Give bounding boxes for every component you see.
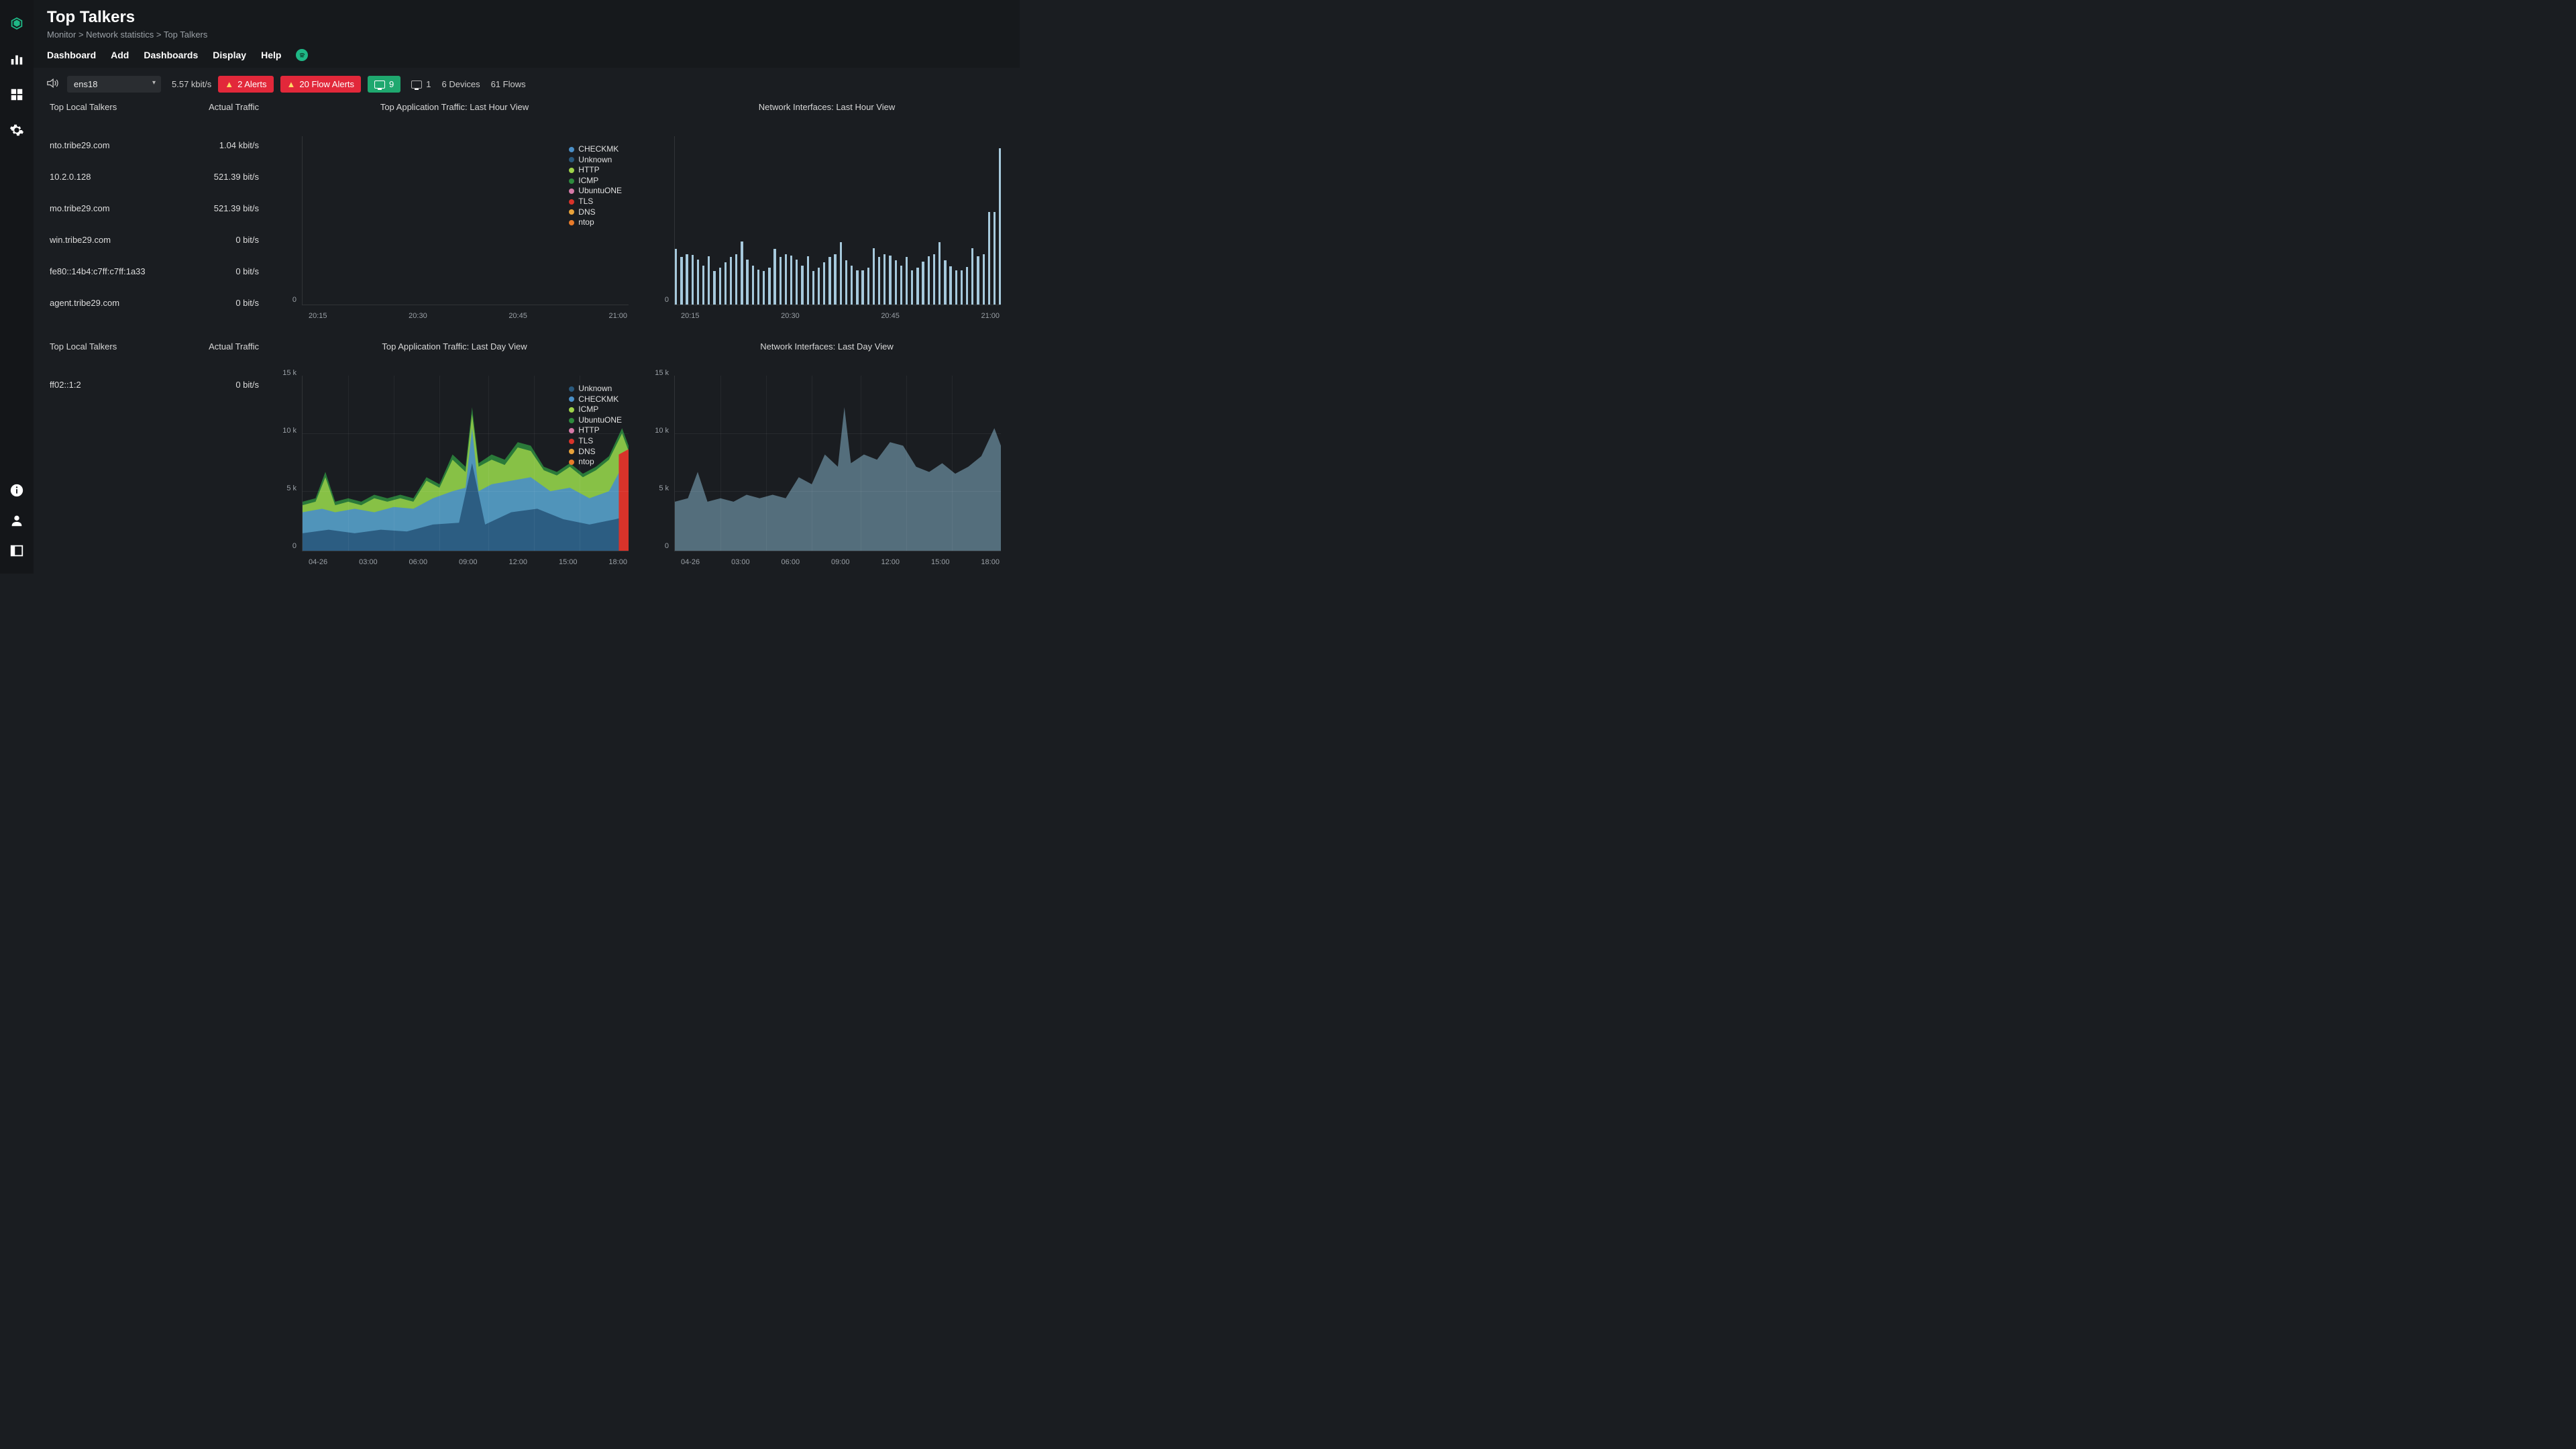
- ifaces-hour-chart[interactable]: 0 20:1520:3020:4521:00: [647, 129, 1006, 324]
- warning-icon: ▲: [287, 79, 296, 89]
- ifaces-day-title: Network Interfaces: Last Day View: [647, 337, 1006, 356]
- bar-chart-icon[interactable]: [9, 52, 24, 68]
- talker-row[interactable]: agent.tribe29.com0 bit/s: [47, 287, 262, 319]
- content: ens18 5.57 kbit/s ▲2 Alerts ▲20 Flow Ale…: [34, 68, 1020, 574]
- devices-count[interactable]: 6 Devices: [442, 79, 480, 89]
- ifaces-day-chart[interactable]: 15 k10 k5 k0 04-2603:0006:0009:0012:0015…: [647, 369, 1006, 570]
- rate-value: 5.57 kbit/s: [172, 79, 211, 89]
- talker-row[interactable]: mo.tribe29.com521.39 bit/s: [47, 193, 262, 224]
- menu-help[interactable]: Help: [261, 50, 281, 60]
- interface-icon: [47, 78, 60, 90]
- header: Top Talkers Monitor > Network statistics…: [34, 0, 1020, 68]
- app-hour-chart[interactable]: 0 CHECKMKUnknownHTTPICMPUbuntuONETLSDNSn…: [275, 129, 634, 324]
- interface-select[interactable]: ens18: [67, 76, 161, 93]
- ifaces-hour-title: Network Interfaces: Last Hour View: [647, 98, 1006, 116]
- alerts-badge[interactable]: ▲2 Alerts: [218, 76, 273, 93]
- menu-add[interactable]: Add: [111, 50, 129, 60]
- flow-alerts-badge[interactable]: ▲20 Flow Alerts: [280, 76, 362, 93]
- talker-row[interactable]: ff02::1:2 0 bit/s: [47, 369, 262, 400]
- talkers-header: Top Local Talkers Actual Traffic: [47, 98, 262, 116]
- legend-app-hour: CHECKMKUnknownHTTPICMPUbuntuONETLSDNSnto…: [566, 142, 625, 231]
- main: Top Talkers Monitor > Network statistics…: [34, 0, 1020, 574]
- app-day-chart[interactable]: 15 k10 k5 k0 UnknownCHECKMKICMPUbuntuONE…: [275, 369, 634, 570]
- info-icon[interactable]: [9, 483, 24, 500]
- legend-app-day: UnknownCHECKMKICMPUbuntuONEHTTPTLSDNSnto…: [566, 381, 625, 470]
- breadcrumb[interactable]: Monitor > Network statistics > Top Talke…: [47, 30, 1006, 40]
- menu-dashboards[interactable]: Dashboards: [144, 50, 198, 60]
- sidebar-toggle-icon[interactable]: [9, 543, 24, 560]
- menu-display[interactable]: Display: [213, 50, 246, 60]
- active-hosts-badge[interactable]: 9: [368, 76, 400, 93]
- talker-row[interactable]: nto.tribe29.com1.04 kbit/s: [47, 129, 262, 161]
- app-day-title: Top Application Traffic: Last Day View: [275, 337, 634, 356]
- talkers-header-2: Top Local Talkers Actual Traffic: [47, 337, 262, 356]
- talker-row[interactable]: 10.2.0.128521.39 bit/s: [47, 161, 262, 193]
- monitor-icon: [411, 80, 422, 89]
- app-hour-title: Top Application Traffic: Last Hour View: [275, 98, 634, 116]
- warning-icon: ▲: [225, 79, 233, 89]
- topbar: ens18 5.57 kbit/s ▲2 Alerts ▲20 Flow Ale…: [47, 76, 1006, 93]
- hosts-count[interactable]: 1: [411, 79, 431, 89]
- sidebar: [0, 0, 34, 574]
- logo-icon[interactable]: [9, 16, 24, 33]
- flows-count[interactable]: 61 Flows: [491, 79, 526, 89]
- talkers-hour-list: nto.tribe29.com1.04 kbit/s10.2.0.128521.…: [47, 129, 262, 324]
- menubar: Dashboard Add Dashboards Display Help: [47, 40, 1006, 68]
- grid-icon[interactable]: [9, 87, 24, 104]
- user-icon[interactable]: [9, 513, 24, 530]
- gear-icon[interactable]: [9, 123, 24, 140]
- status-icon[interactable]: [296, 49, 308, 61]
- menu-dashboard[interactable]: Dashboard: [47, 50, 96, 60]
- talkers-day-list: ff02::1:2 0 bit/s: [47, 369, 262, 570]
- monitor-icon: [374, 80, 385, 89]
- page-title: Top Talkers: [47, 8, 1006, 27]
- talker-row[interactable]: fe80::14b4:c7ff:c7ff:1a330 bit/s: [47, 256, 262, 287]
- talker-row[interactable]: win.tribe29.com0 bit/s: [47, 224, 262, 256]
